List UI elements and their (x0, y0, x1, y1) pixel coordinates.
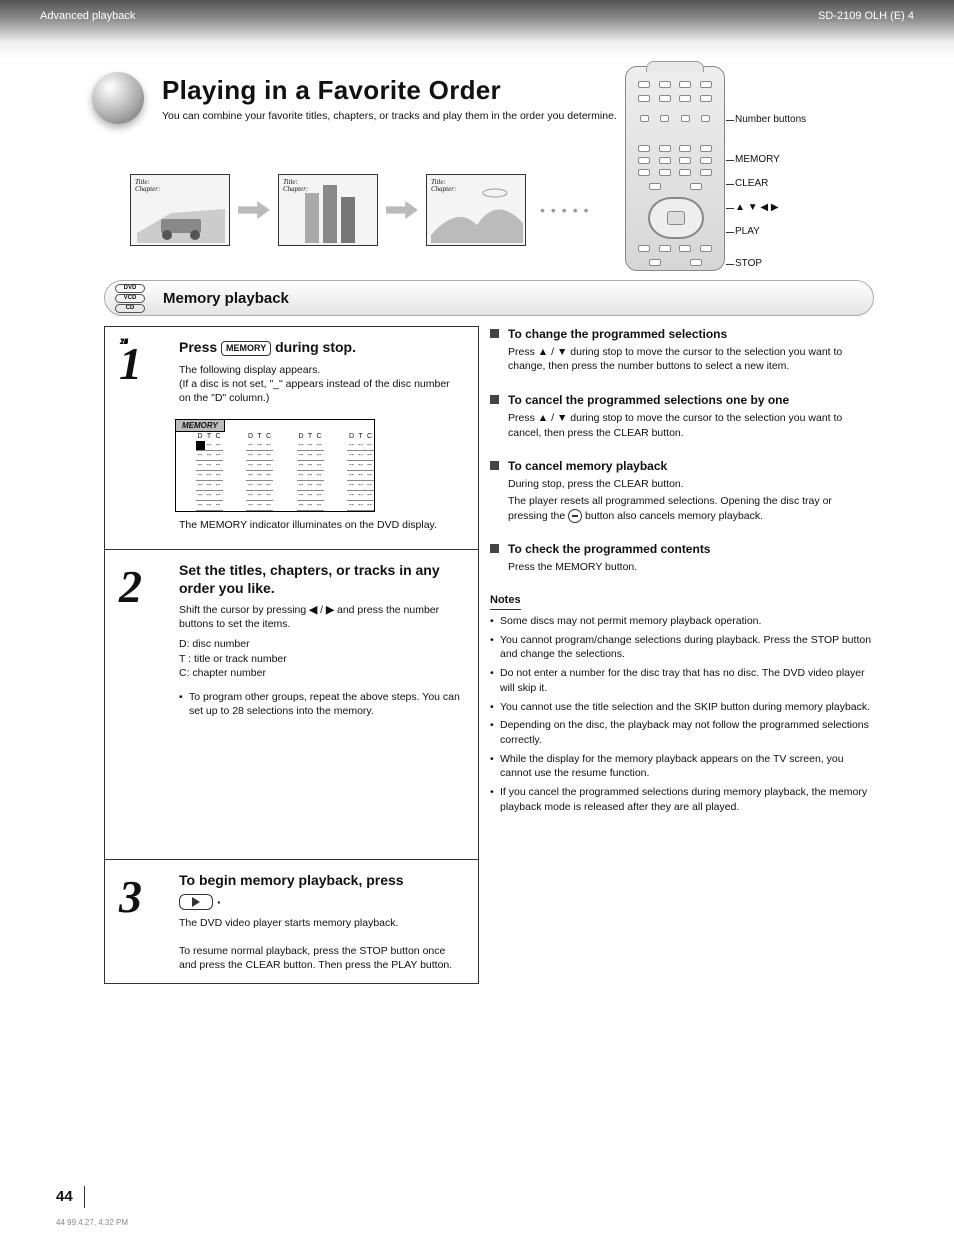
block-check-contents: To check the programmed contents Press t… (490, 541, 872, 574)
notes-section: Notes Some discs may not permit memory p… (490, 593, 872, 815)
thumb-3: Title:Chapter: (426, 174, 526, 246)
rc2-desc: Press ▲ / ▼ during stop to move the curs… (508, 411, 872, 440)
title-chapter-strip: Title:Chapter: Title:Chapter: Title:Chap… (130, 174, 595, 246)
stop-icon (568, 509, 582, 523)
label-clear: CLEAR (735, 178, 768, 189)
rc3-desc1: During stop, press the CLEAR button. (508, 477, 872, 492)
step-2-note: •To program other groups, repeat the abo… (179, 690, 464, 718)
notes-heading: Notes (490, 593, 521, 610)
feature-bar: DVD VCD CD Memory playback (104, 280, 874, 316)
step-2-number: 2 (119, 560, 142, 613)
rc1-desc: Press ▲ / ▼ during stop to move the curs… (508, 345, 872, 374)
label-directions: ▲ ▼ ◀ ▶ (735, 202, 779, 213)
step-3-body: The DVD video player starts memory playb… (179, 916, 464, 973)
rc3-desc2: The player resets all programmed selecti… (508, 494, 872, 523)
remote-illustration (625, 66, 725, 271)
label-stop: STOP (735, 258, 762, 269)
rc3-heading: To cancel memory playback (508, 458, 872, 475)
step-2-line-1: Shift the cursor by pressing ◀ / ▶ and p… (179, 603, 464, 631)
remote-dpad (648, 197, 704, 239)
step-3-heading: To begin memory playback, press . (179, 872, 464, 910)
sphere-icon (92, 72, 144, 124)
step-2-dtc-legend: D: disc number T : title or track number… (179, 637, 464, 680)
header-right: SD-2109 OLH (E) 4 (818, 10, 914, 22)
top-gradient (0, 0, 954, 60)
block-cancel-one: To cancel the programmed selections one … (490, 392, 872, 440)
disc-cd-icon: CD (115, 304, 145, 313)
header: Advanced playback SD-2109 OLH (E) 4 (40, 10, 914, 22)
notes-item: Depending on the disc, the playback may … (490, 718, 872, 747)
header-left: Advanced playback (40, 10, 135, 22)
notes-item: Some discs may not permit memory playbac… (490, 614, 872, 629)
title-block: Playing in a Favorite Order You can comb… (92, 72, 617, 124)
page-number: 44 (56, 1188, 73, 1205)
memory-button-icon: MEMORY (221, 341, 271, 356)
steps-box: 1 Press MEMORY during stop. The followin… (104, 326, 479, 984)
rc1-heading: To change the programmed selections (508, 326, 872, 343)
step-1: 1 Press MEMORY during stop. The followin… (105, 327, 478, 549)
block-cancel-all: To cancel memory playback During stop, p… (490, 458, 872, 523)
notes-item: You cannot program/change selections dur… (490, 633, 872, 662)
step-2: 2 Set the titles, chapters, or tracks in… (105, 549, 478, 859)
step-1-body-1: The following display appears. (If a dis… (179, 363, 464, 406)
page-subtitle: You can combine your favorite titles, ch… (162, 110, 617, 122)
label-memory: MEMORY (735, 154, 780, 165)
rc4-desc: Press the MEMORY button. (508, 560, 872, 575)
step-2-heading: Set the titles, chapters, or tracks in a… (179, 562, 464, 597)
footer-meta: 44 (56, 1218, 914, 1227)
page-title: Playing in a Favorite Order (162, 75, 617, 106)
ellipsis-dots: ••••• (540, 202, 595, 218)
rc2-heading: To cancel the programmed selections one … (508, 392, 872, 409)
label-number-buttons: Number buttons (735, 114, 806, 125)
block-change-programmed: To change the programmed selections Pres… (490, 326, 872, 374)
play-button-icon (179, 894, 213, 910)
thumb-1: Title:Chapter: (130, 174, 230, 246)
thumb-2: Title:Chapter: (278, 174, 378, 246)
osd-title: MEMORY (176, 420, 225, 432)
label-play: PLAY (735, 226, 760, 237)
thumb-art-3 (427, 175, 527, 247)
arrow-icon (238, 201, 270, 219)
notes-item: You cannot use the title selection and t… (490, 700, 872, 715)
memory-osd: MEMORY DTCDTCDTCDTC1------8------15-----… (175, 419, 375, 512)
thumb-art-1 (131, 175, 231, 247)
arrow-icon (386, 201, 418, 219)
square-bullet-icon (490, 461, 499, 470)
square-bullet-icon (490, 544, 499, 553)
rc4-heading: To check the programmed contents (508, 541, 872, 558)
notes-item: Do not enter a number for the disc tray … (490, 666, 872, 695)
disc-dvd-icon: DVD (115, 284, 145, 293)
notes-list: Some discs may not permit memory playbac… (490, 614, 872, 814)
step-1-heading: Press MEMORY during stop. (179, 339, 464, 357)
notes-item: If you cancel the programmed selections … (490, 785, 872, 814)
step-3: 3 To begin memory playback, press . The … (105, 859, 478, 988)
feature-title: Memory playback (163, 290, 289, 307)
step-3-number: 3 (119, 870, 142, 923)
disc-type-icons: DVD VCD CD (115, 284, 145, 313)
right-column: To change the programmed selections Pres… (490, 326, 872, 818)
notes-item: While the display for the memory playbac… (490, 752, 872, 781)
square-bullet-icon (490, 395, 499, 404)
thumb-art-2 (279, 175, 379, 247)
square-bullet-icon (490, 329, 499, 338)
disc-vcd-icon: VCD (115, 294, 145, 303)
step-1-body-2: The MEMORY indicator illuminates on the … (179, 518, 464, 532)
lead-line (726, 120, 734, 121)
